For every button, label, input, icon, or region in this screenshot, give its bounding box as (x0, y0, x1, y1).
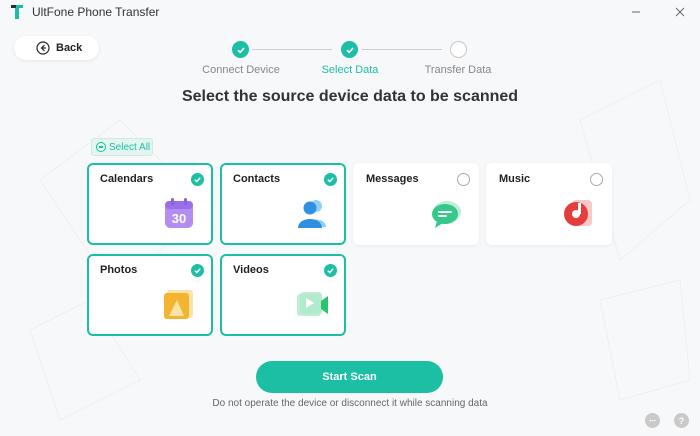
card-label: Videos (233, 264, 269, 276)
ultfone-logo-icon (11, 5, 23, 19)
app-title: UltFone Phone Transfer (32, 5, 160, 19)
help-icon: ? (678, 415, 685, 426)
step-label-select-data: Select Data (321, 64, 379, 76)
select-all-label: Select All (109, 141, 151, 153)
card-label: Messages (366, 173, 419, 185)
app-window: UltFone Phone Transfer Back Connect Devi… (0, 0, 700, 436)
minimize-icon (632, 11, 640, 13)
step-label-connect-device: Connect Device (202, 64, 280, 76)
card-label: Music (499, 173, 531, 185)
checkmark-icon (236, 46, 245, 53)
card-label: Contacts (233, 173, 281, 185)
card-label: Calendars (100, 173, 154, 185)
chat-bubble-icon (649, 419, 656, 422)
checked-icon[interactable] (191, 264, 204, 277)
data-card-music[interactable]: Music (486, 163, 612, 245)
unchecked-icon[interactable] (590, 173, 603, 186)
title-bar: UltFone Phone Transfer (0, 0, 700, 24)
step-1-circle (232, 41, 249, 58)
checked-icon[interactable] (324, 264, 337, 277)
minus-circle-icon (96, 142, 106, 152)
music-icon (564, 200, 592, 226)
data-card-videos[interactable]: Videos (220, 254, 346, 336)
minimize-button[interactable] (626, 3, 646, 21)
checkmark-icon (345, 46, 354, 53)
checked-icon[interactable] (324, 173, 337, 186)
scan-warning-note: Do not operate the device or disconnect … (212, 398, 488, 409)
step-label-transfer-data: Transfer Data (424, 64, 492, 76)
contacts-icon (298, 200, 326, 228)
photos-icon (164, 290, 193, 319)
calendar-icon: 30 (165, 198, 193, 228)
step-connector-1 (252, 49, 332, 50)
data-card-photos[interactable]: Photos (87, 254, 213, 336)
checked-icon[interactable] (191, 173, 204, 186)
page-title: Select the source device data to be scan… (181, 88, 519, 105)
step-3-circle (450, 41, 467, 58)
step-2-circle (341, 41, 358, 58)
data-card-calendars[interactable]: Calendars 30 (87, 163, 213, 245)
data-card-contacts[interactable]: Contacts (220, 163, 346, 245)
svg-text:30: 30 (172, 211, 186, 226)
close-button[interactable] (670, 3, 690, 21)
arrow-left-circle-icon (36, 41, 50, 55)
help-button[interactable]: ? (674, 413, 689, 428)
select-all-button[interactable]: Select All (91, 138, 153, 156)
close-icon (675, 7, 685, 17)
back-label: Back (56, 42, 83, 54)
feedback-button[interactable] (645, 413, 660, 428)
start-scan-button[interactable]: Start Scan (256, 361, 443, 393)
data-card-messages[interactable]: Messages (353, 163, 479, 245)
messages-icon (432, 201, 461, 228)
step-connector-2 (362, 49, 442, 50)
back-button[interactable]: Back (14, 36, 99, 60)
unchecked-icon[interactable] (457, 173, 470, 186)
videos-icon (297, 292, 328, 316)
card-label: Photos (100, 264, 138, 276)
